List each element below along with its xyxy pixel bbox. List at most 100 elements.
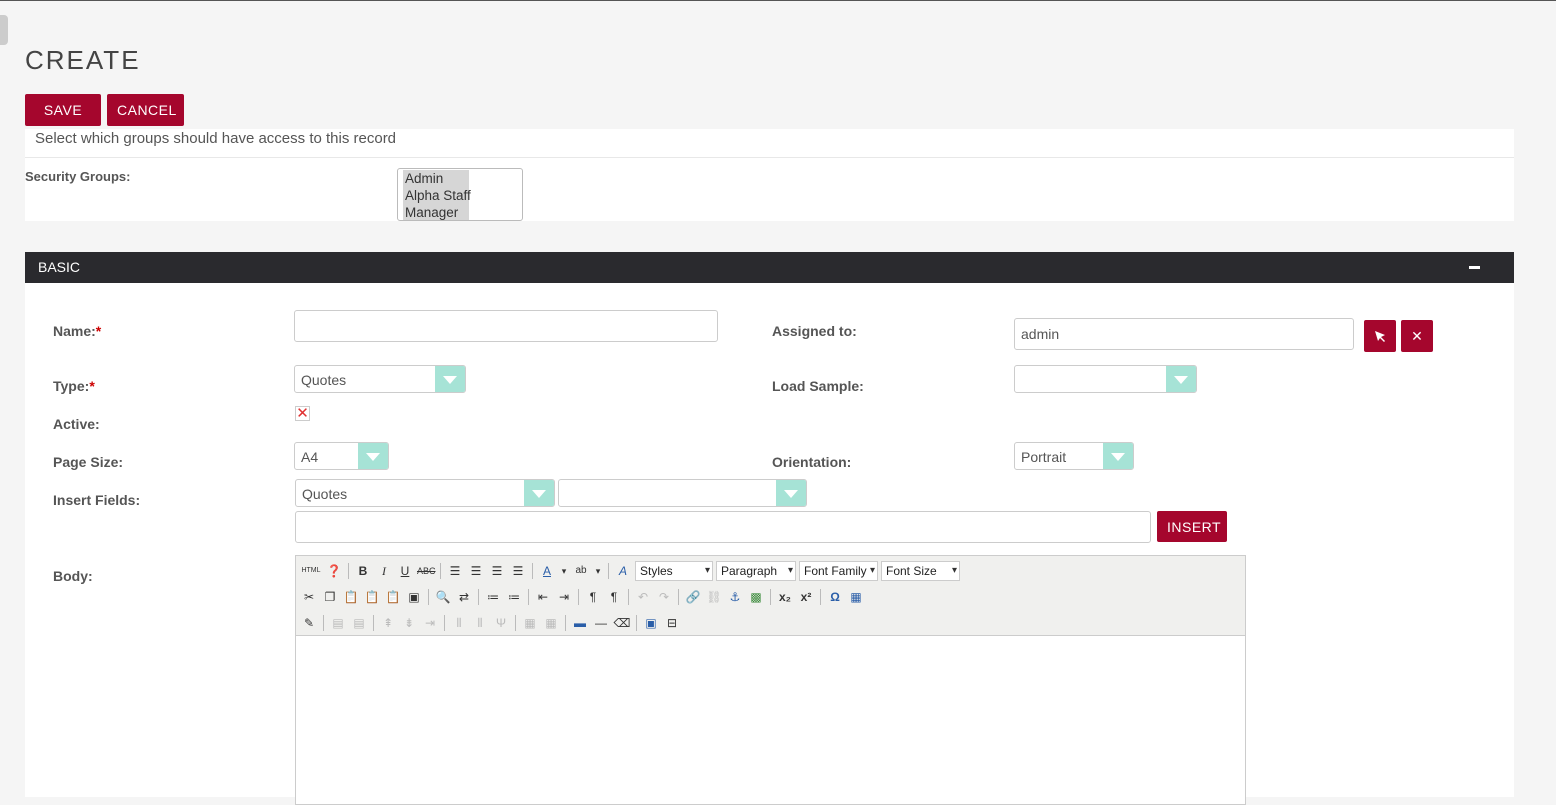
table-icon[interactable]: ▦ xyxy=(847,588,865,606)
page-size-label: Page Size: xyxy=(53,454,124,470)
security-groups-panel: Select which groups should have access t… xyxy=(25,129,1514,221)
cancel-button[interactable]: CANCEL xyxy=(107,94,184,126)
format-dropdown[interactable]: Paragraph xyxy=(716,561,796,581)
editor-toolbar: HTML ❓ B I U ABC ☰ ☰ ☰ ☰ A ▾ ab ▾ A Styl… xyxy=(296,556,1245,636)
basic-panel-title: BASIC xyxy=(38,259,81,275)
undo-icon[interactable]: ↶ xyxy=(634,588,652,606)
rtl-icon[interactable]: ¶ xyxy=(605,588,623,606)
insert-module-value: Quotes xyxy=(302,486,348,502)
security-group-option[interactable]: Admin xyxy=(403,170,469,187)
link-icon[interactable]: 🔗 xyxy=(684,588,702,606)
insert-fields-label: Insert Fields: xyxy=(53,492,141,508)
side-panel-handle[interactable] xyxy=(0,15,8,45)
insert-col-before-icon[interactable]: ⫴ xyxy=(450,614,468,632)
close-icon: ✕ xyxy=(1411,328,1423,344)
anchor-icon[interactable]: ⚓ xyxy=(726,588,744,606)
paste-text-icon[interactable]: 📋 xyxy=(363,588,381,606)
body-editor[interactable]: HTML ❓ B I U ABC ☰ ☰ ☰ ☰ A ▾ ab ▾ A Styl… xyxy=(295,555,1246,805)
name-input[interactable] xyxy=(294,310,718,342)
align-left-icon[interactable]: ☰ xyxy=(446,562,464,580)
special-char-icon[interactable]: Ω xyxy=(826,588,844,606)
delete-col-icon[interactable]: Ψ xyxy=(492,614,510,632)
split-cells-icon[interactable]: ▦ xyxy=(521,614,539,632)
text-color-icon[interactable]: A xyxy=(538,562,556,580)
indent-icon[interactable]: ⇥ xyxy=(555,588,573,606)
styles-dropdown[interactable]: Styles xyxy=(635,561,713,581)
date-icon[interactable]: ▣ xyxy=(642,614,660,632)
body-label: Body: xyxy=(53,568,93,584)
replace-icon[interactable]: ⇄ xyxy=(455,588,473,606)
arrow-pointer-icon xyxy=(1375,331,1385,342)
save-button[interactable]: SAVE xyxy=(25,94,101,126)
bold-icon[interactable]: B xyxy=(354,562,372,580)
insert-module-select[interactable]: Quotes xyxy=(295,479,555,507)
toolbar-row-1: HTML ❓ B I U ABC ☰ ☰ ☰ ☰ A ▾ ab ▾ A Styl… xyxy=(300,560,960,582)
subscript-icon[interactable]: x₂ xyxy=(776,588,794,606)
security-groups-label: Security Groups: xyxy=(25,169,131,184)
load-sample-select[interactable] xyxy=(1014,365,1197,393)
cell-props-icon[interactable]: ▤ xyxy=(350,614,368,632)
chevron-down-icon[interactable]: ▾ xyxy=(559,562,569,580)
security-group-option[interactable]: Alpha Staff xyxy=(403,187,471,204)
select-user-button[interactable] xyxy=(1364,320,1396,352)
underline-icon[interactable]: U xyxy=(396,562,414,580)
superscript-icon[interactable]: x² xyxy=(797,588,815,606)
copy-icon[interactable]: ❐ xyxy=(321,588,339,606)
bullet-list-icon[interactable]: ≔ xyxy=(484,588,502,606)
security-group-option[interactable]: Manager xyxy=(403,204,469,220)
page-break-icon[interactable]: ⊟ xyxy=(663,614,681,632)
row-props-icon[interactable]: ▤ xyxy=(329,614,347,632)
numbered-list-icon[interactable]: ≔ xyxy=(505,588,523,606)
italic-icon[interactable]: I xyxy=(375,562,393,580)
collapse-icon[interactable] xyxy=(1469,266,1480,269)
html-source-icon[interactable]: HTML xyxy=(300,562,322,580)
chevron-down-icon[interactable]: ▾ xyxy=(593,562,603,580)
editor-content-area[interactable] xyxy=(296,637,1245,804)
edit-icon[interactable]: ✎ xyxy=(300,614,318,632)
help-icon[interactable]: ❓ xyxy=(325,562,343,580)
styles-icon[interactable]: A xyxy=(614,562,632,580)
merge-cells-icon[interactable]: ▦ xyxy=(542,614,560,632)
horizontal-rule-styled-icon[interactable]: ▬ xyxy=(571,614,589,632)
strikethrough-icon[interactable]: ABC xyxy=(417,562,436,580)
horizontal-rule-icon[interactable]: — xyxy=(592,614,610,632)
insert-col-after-icon[interactable]: ⫴ xyxy=(471,614,489,632)
assigned-to-input[interactable] xyxy=(1014,318,1354,350)
insert-row-before-icon[interactable]: ⇞ xyxy=(379,614,397,632)
orientation-value: Portrait xyxy=(1021,449,1067,465)
align-center-icon[interactable]: ☰ xyxy=(467,562,485,580)
type-select-value: Quotes xyxy=(301,372,347,388)
select-all-icon[interactable]: ▣ xyxy=(405,588,423,606)
active-checkbox[interactable]: ✕ xyxy=(295,406,310,421)
toolbar-row-3: ✎ ▤ ▤ ⇞ ⇟ ⇥ ⫴ ⫴ Ψ ▦ ▦ ▬ — ⌫ ▣ ⊟ xyxy=(300,612,681,634)
outdent-icon[interactable]: ⇤ xyxy=(534,588,552,606)
page-size-select[interactable]: A4 xyxy=(294,442,389,470)
toolbar-row-2: ✂ ❐ 📋 📋 📋 ▣ 🔍 ⇄ ≔ ≔ ⇤ ⇥ ¶ ¶ ↶ ↷ 🔗 ⛓ ⚓ ▩ … xyxy=(300,586,865,608)
paste-icon[interactable]: 📋 xyxy=(342,588,360,606)
font-size-dropdown[interactable]: Font Size xyxy=(881,561,960,581)
align-right-icon[interactable]: ☰ xyxy=(488,562,506,580)
paste-word-icon[interactable]: 📋 xyxy=(384,588,402,606)
orientation-label: Orientation: xyxy=(772,454,852,470)
find-icon[interactable]: 🔍 xyxy=(434,588,452,606)
cut-icon[interactable]: ✂ xyxy=(300,588,318,606)
basic-panel-header[interactable]: BASIC xyxy=(25,252,1514,283)
redo-icon[interactable]: ↷ xyxy=(655,588,673,606)
unlink-icon[interactable]: ⛓ xyxy=(705,588,723,606)
security-groups-multiselect[interactable]: Admin Alpha Staff Manager xyxy=(397,168,523,221)
orientation-select[interactable]: Portrait xyxy=(1014,442,1134,470)
delete-row-icon[interactable]: ⇥ xyxy=(421,614,439,632)
eraser-icon[interactable]: ⌫ xyxy=(613,614,631,632)
type-select[interactable]: Quotes xyxy=(294,365,466,393)
align-justify-icon[interactable]: ☰ xyxy=(509,562,527,580)
divider xyxy=(25,157,1514,158)
image-icon[interactable]: ▩ xyxy=(747,588,765,606)
ltr-icon[interactable]: ¶ xyxy=(584,588,602,606)
font-family-dropdown[interactable]: Font Family xyxy=(799,561,878,581)
insert-field-text[interactable] xyxy=(295,511,1151,543)
insert-row-after-icon[interactable]: ⇟ xyxy=(400,614,418,632)
insert-field-select[interactable] xyxy=(558,479,807,507)
highlight-color-icon[interactable]: ab xyxy=(572,562,590,580)
insert-button[interactable]: INSERT xyxy=(1157,511,1227,542)
clear-user-button[interactable]: ✕ xyxy=(1401,320,1433,352)
